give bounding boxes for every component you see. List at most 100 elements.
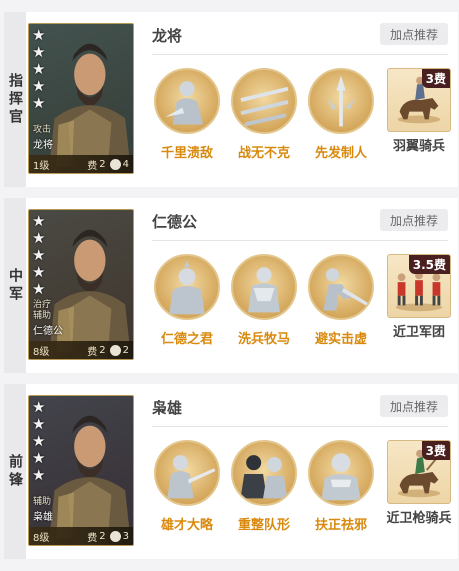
hero-card-footer: 8级 费 2 2 (29, 341, 133, 359)
hero-role: 治疗 (33, 300, 52, 310)
position-tab: 前锋 (4, 384, 26, 559)
sword-wielder-icon (154, 440, 220, 506)
skill-regroup-soldiers-icon[interactable]: 重整队形 (229, 440, 299, 533)
hero-cost: 2 (99, 158, 106, 170)
formation-slot: 指挥官 ★★★★★ 攻击 龙将 1级 费 2 4 龙将 加点推荐 千里溃 (4, 12, 458, 187)
hero-roles: 治疗 辅助 (33, 300, 51, 322)
star-icon: ★ (32, 26, 46, 44)
regroup-soldiers-icon (231, 440, 297, 506)
hero-cost: 2 (99, 530, 106, 542)
hero-card-footer: 1级 费 2 4 (29, 155, 133, 173)
guard-troops-icon: 3.5费 (387, 254, 451, 318)
armored-soldier-icon (231, 254, 297, 320)
hero-card-footer: 8级 费 2 3 (29, 527, 133, 545)
hero-card-name: 龙将 (33, 140, 53, 151)
skill-label: 战无不克 (237, 146, 290, 161)
unit-cost-badge: 3费 (421, 441, 450, 460)
horse-icon (109, 344, 121, 356)
unit-label: 近卫军团 (392, 325, 445, 340)
skill-label: 雄才大略 (160, 518, 213, 533)
charging-soldier-icon (308, 254, 374, 320)
hero-level: 8级 (33, 346, 50, 358)
skill-warrior-bust-icon[interactable]: 扶正祛邪 (306, 440, 376, 533)
position-tab: 中军 (4, 198, 26, 373)
hero-card[interactable]: ★ ★ ★ ★ ★ 治疗 辅助 仁德公 8级 费 2 2 (28, 209, 134, 360)
position-tab: 指挥官 (4, 12, 26, 187)
hero-roles: 攻击 (33, 125, 51, 136)
unit-label: 近卫枪骑兵 (386, 511, 452, 526)
position-label: 指挥官 (7, 72, 23, 127)
cost-label: 费 (87, 160, 98, 172)
star-icon: ★ (32, 398, 46, 416)
skill-label: 洗兵牧马 (237, 332, 290, 347)
hero-role: 攻击 (33, 125, 52, 135)
hero-role: 辅助 (33, 497, 52, 507)
recommend-points-button[interactable]: 加点推荐 (380, 209, 448, 231)
horse-icon (109, 158, 121, 170)
unit-cost-badge: 3费 (421, 69, 450, 88)
hero-stars: ★ ★ ★ ★ ★ (32, 400, 45, 483)
warrior-bust-icon (308, 440, 374, 506)
star-icon: ★ (32, 60, 46, 78)
skill-lord-icon[interactable]: 仁德之君 (152, 254, 222, 347)
hero-title: 仁德公 (152, 213, 198, 231)
hero-title: 枭雄 (152, 399, 183, 417)
recommend-points-button[interactable]: 加点推荐 (380, 395, 448, 417)
star-icon: ★ (32, 94, 46, 112)
hero-unit-count: 3 (122, 530, 129, 542)
formation-slot: 前锋 ★★★★★ 辅助 枭雄 8级 费 2 3 枭雄 加点推荐 雄才大略 (4, 384, 458, 559)
star-icon: ★ (32, 415, 46, 433)
star-icon: ★ (32, 246, 46, 264)
star-icon: ★ (32, 229, 46, 247)
position-label: 前锋 (7, 453, 23, 490)
skill-label: 扶正祛邪 (314, 518, 367, 533)
lancer-icon: 3费 (387, 440, 451, 504)
cost-label: 费 (87, 532, 98, 544)
skill-label: 千里溃敌 (160, 146, 213, 161)
hero-card-name: 仁德公 (33, 326, 63, 337)
skill-sword-wielder-icon[interactable]: 雄才大略 (152, 440, 222, 533)
star-icon: ★ (32, 280, 46, 298)
skill-label: 先发制人 (314, 146, 367, 161)
star-icon: ★ (32, 449, 46, 467)
star-icon: ★ (32, 212, 46, 230)
horse-icon (109, 530, 121, 542)
position-label: 中军 (7, 267, 23, 304)
hero-cost: 2 (99, 344, 106, 356)
formation-slot: 中军 ★★★★★ 治疗辅助 仁德公 8级 费 2 2 仁德公 加点推荐 (4, 198, 458, 373)
cavalry-icon: 3费 (387, 68, 451, 132)
spear-strike-icon (308, 68, 374, 134)
divider (152, 240, 448, 241)
hero-stars: ★ ★ ★ ★ ★ (32, 28, 45, 111)
star-icon: ★ (32, 77, 46, 95)
hero-stars: ★ ★ ★ ★ ★ (32, 214, 45, 297)
unit-slot[interactable]: 3费 羽翼骑兵 (384, 68, 454, 155)
star-icon: ★ (32, 466, 46, 484)
unit-slot[interactable]: 3.5费 近卫军团 (384, 254, 454, 341)
cost-label: 费 (87, 346, 98, 358)
skill-charging-soldier-icon[interactable]: 避实击虚 (306, 254, 376, 347)
hero-level: 1级 (33, 160, 50, 172)
skill-mounted-warrior-icon[interactable]: 千里溃敌 (152, 68, 222, 161)
skill-armored-soldier-icon[interactable]: 洗兵牧马 (229, 254, 299, 347)
skill-label: 避实击虚 (314, 332, 367, 347)
star-icon: ★ (32, 432, 46, 450)
divider (152, 426, 448, 427)
hero-unit-count: 2 (122, 344, 129, 356)
lord-icon (154, 254, 220, 320)
star-icon: ★ (32, 43, 46, 61)
skill-label: 重整队形 (237, 518, 290, 533)
crossed-blades-icon (231, 68, 297, 134)
mounted-warrior-icon (154, 68, 220, 134)
hero-card[interactable]: ★ ★ ★ ★ ★ 辅助 枭雄 8级 费 2 3 (28, 395, 134, 546)
unit-label: 羽翼骑兵 (392, 139, 445, 154)
skill-crossed-blades-icon[interactable]: 战无不克 (229, 68, 299, 161)
hero-card-name: 枭雄 (33, 512, 53, 523)
recommend-points-button[interactable]: 加点推荐 (380, 23, 448, 45)
hero-title: 龙将 (152, 27, 183, 45)
hero-role: 辅助 (33, 311, 52, 321)
hero-level: 8级 (33, 532, 50, 544)
hero-card[interactable]: ★ ★ ★ ★ ★ 攻击 龙将 1级 费 2 4 (28, 23, 134, 174)
skill-spear-strike-icon[interactable]: 先发制人 (306, 68, 376, 161)
unit-slot[interactable]: 3费 近卫枪骑兵 (384, 440, 454, 527)
